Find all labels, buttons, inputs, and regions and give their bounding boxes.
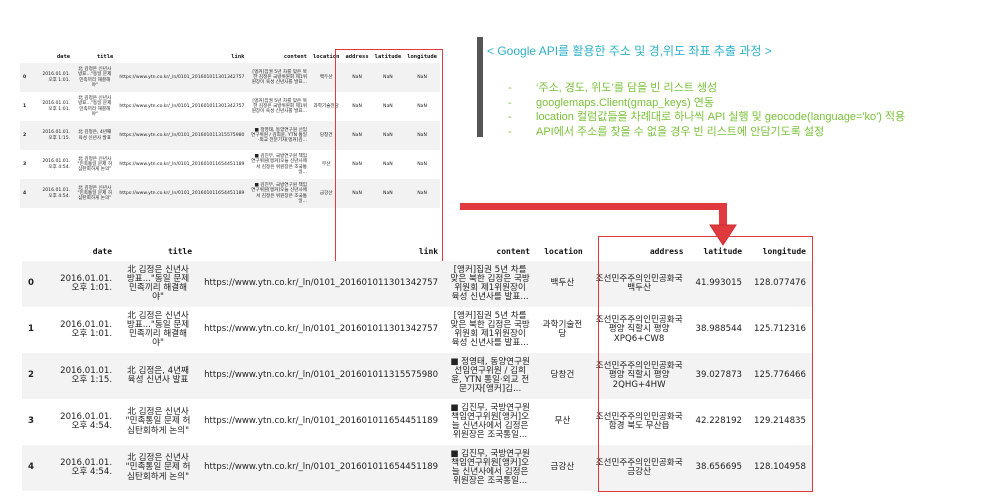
step-text: location 컬럼값들을 차례대로 하나씩 API 실행 및 geocode… <box>536 111 906 124</box>
row-index: 4 <box>23 190 27 196</box>
cell-title: 北 김정은 신년사 "민족통일 문제 허심탄회하게 논의" <box>77 156 113 173</box>
cell-title: 北 김정은 신년사 "민족통일 문제 허심탄회하게 논의" <box>125 407 191 436</box>
cell-content: ■ 정영태, 동양연구원 선임연구위원 / 김희윤, YTN 통일·외교 전문기… <box>251 127 307 144</box>
cell-date: 2016.01.01. 오후 1:15. <box>42 130 71 141</box>
cell-date: 2016.01.01. 오후 1:01. <box>60 319 113 339</box>
cell-content: [앵커]집권 5년 차를 맞은 북한 김정은 국방위원회 제1위원장이 육성 신… <box>450 310 530 349</box>
cell-link: https://www.ytn.co.kr/_ln/0101_201601011… <box>119 103 245 109</box>
column-header-link: link <box>418 246 439 256</box>
column-header-index <box>20 51 34 63</box>
step-list: - ‘주소, 경도, 위도’를 담을 빈 리스트 생성 - googlemaps.C… <box>508 79 905 138</box>
cell-date: 2016.01.01. 오후 4:54. <box>60 457 113 477</box>
column-header-content: content <box>496 246 531 256</box>
cell-location: 무산 <box>554 416 571 427</box>
cell-title: 北 김정은, 4년째 육성 신년사 발표 <box>78 130 112 141</box>
cell-content: ■ 김진무, 국방연구원 책임연구위원[앵커]오늘 신년사에서 김정은 위원장은… <box>251 183 307 204</box>
cell-link: https://www.ytn.co.kr/_ln/0101_201601011… <box>119 190 245 196</box>
highlight-box-empty-columns <box>335 49 443 264</box>
cell-date: 2016.01.01. 오후 1:01. <box>60 273 113 293</box>
cell-date: 2016.01.01. 오후 4:54. <box>42 159 71 170</box>
cell-date: 2016.01.01. 오후 1:01. <box>42 72 71 83</box>
cell-title: 北 김정은 신년사 방표..."동일 문제 민족끼리 해결해야" <box>126 264 190 303</box>
step-bullet: - <box>508 126 512 139</box>
row-index: 3 <box>28 416 34 427</box>
column-header-index <box>22 241 44 261</box>
cell-location: 당창건 <box>550 370 575 381</box>
column-header-date: date <box>92 246 113 256</box>
cell-title: 北 김정은 신년사 방표..."동일 문제 민족끼리 해결해야" <box>78 67 112 88</box>
column-header-date: date <box>56 54 71 60</box>
cell-content: [앵커]집권 5년 차를 맞은 북한 김정은 국방위원회 제1위원장이 육성 신… <box>450 264 530 303</box>
cell-content: ■ 김진무, 국방연구원 책임연구위원[앵커]오늘 신년사에서 김정은 위원장은… <box>251 154 307 175</box>
cell-link: https://www.ytn.co.kr/_ln/0101_201601011… <box>119 161 245 167</box>
row-index: 0 <box>23 74 27 80</box>
cell-date: 2016.01.01. 오후 1:15. <box>60 365 113 385</box>
step-text: googlemaps.Client(gmap_keys) 연동 <box>536 96 714 109</box>
panel-accent-bar <box>477 37 483 137</box>
row-index: 2 <box>28 370 34 381</box>
cell-title: 北 김정은 신년사 "민족통일 문제 허심탄회하게 논의" <box>77 185 113 202</box>
step-bullet: - <box>508 111 512 124</box>
cell-location: 금강산 <box>550 462 575 473</box>
cell-title: 北 김정은 신년사 "민족통일 문제 허심탄회하게 논의" <box>125 453 191 482</box>
cell-title: 北 김정은, 4년째 육성 신년사 발표 <box>127 365 189 385</box>
cell-content: ■ 김진무, 국방연구원 책임연구위원[앵커]오늘 신년사에서 김정은 위원장은… <box>450 402 530 441</box>
column-header-link: link <box>231 54 245 60</box>
highlight-box-geocoded-columns <box>598 236 813 492</box>
step-item: - API에서 주소를 찾을 수 없을 경우 빈 리스트에 안담기도록 설정 <box>508 123 905 138</box>
cell-title: 北 김정은 신년사 방표..."동일 문제 민족끼리 해결해야" <box>126 310 190 349</box>
cell-content: [앵커]집권 5년 차를 맞은 북한 김정은 국방위원회 제1위원장이 육성 신… <box>251 69 307 86</box>
cell-location: 과학기술전당 <box>542 319 583 339</box>
cell-link: https://www.ytn.co.kr/_ln/0101_201601011… <box>204 462 439 473</box>
column-header-title: title <box>96 54 114 60</box>
cell-link: https://www.ytn.co.kr/_ln/0101_201601011… <box>204 324 439 335</box>
cell-content: [앵커]집권 5년 차를 맞은 북한 김정은 국방위원회 제1위원장이 육성 신… <box>251 98 307 115</box>
cell-link: https://www.ytn.co.kr/_ln/0101_201601011… <box>204 278 439 289</box>
row-index: 3 <box>23 161 27 167</box>
step-item: - location 컬럼값들을 차례대로 하나씩 API 실행 및 geocod… <box>508 108 905 123</box>
cell-date: 2016.01.01. 오후 4:54. <box>42 188 71 199</box>
column-header-content: content <box>283 54 307 60</box>
cell-content: ■ 정영태, 동양연구원 선임연구위원 / 김희윤, YTN 통일·외교 전문기… <box>450 356 530 395</box>
cell-link: https://www.ytn.co.kr/_ln/0101_201601011… <box>204 416 439 427</box>
step-text: API에서 주소를 찾을 수 없을 경우 빈 리스트에 안담기도록 설정 <box>536 126 825 139</box>
row-index: 1 <box>23 103 27 109</box>
row-index: 0 <box>28 278 34 289</box>
step-text: ‘주소, 경도, 위도’를 담을 빈 리스트 생성 <box>536 82 718 94</box>
cell-link: https://www.ytn.co.kr/_ln/0101_201601011… <box>119 132 245 138</box>
step-item: - googlemaps.Client(gmap_keys) 연동 <box>508 94 905 109</box>
cell-link: https://www.ytn.co.kr/_ln/0101_201601011… <box>119 74 245 80</box>
cell-link: https://www.ytn.co.kr/_ln/0101_201601011… <box>204 370 439 381</box>
column-header-location: location <box>544 246 583 256</box>
cell-location: 백두산 <box>550 278 575 289</box>
panel-title: < Google API를 활용한 주소 및 경,위도 좌표 추출 과정 > <box>487 44 772 58</box>
column-header-title: title <box>167 246 193 256</box>
step-bullet: - <box>508 82 512 94</box>
step-bullet: - <box>508 96 512 109</box>
row-index: 4 <box>28 462 34 473</box>
row-index: 1 <box>28 324 34 335</box>
cell-content: ■ 김진무, 국방연구원 책임연구위원[앵커]오늘 신년사에서 김정은 위원장은… <box>450 448 530 487</box>
cell-title: 北 김정은 신년사 방표..."동일 문제 민족끼리 해결해야" <box>78 96 112 117</box>
cell-date: 2016.01.01. 오후 1:01. <box>42 101 71 112</box>
row-index: 2 <box>23 132 27 138</box>
step-item: - ‘주소, 경도, 위도’를 담을 빈 리스트 생성 <box>508 79 905 94</box>
cell-date: 2016.01.01. 오후 4:54. <box>60 411 113 431</box>
